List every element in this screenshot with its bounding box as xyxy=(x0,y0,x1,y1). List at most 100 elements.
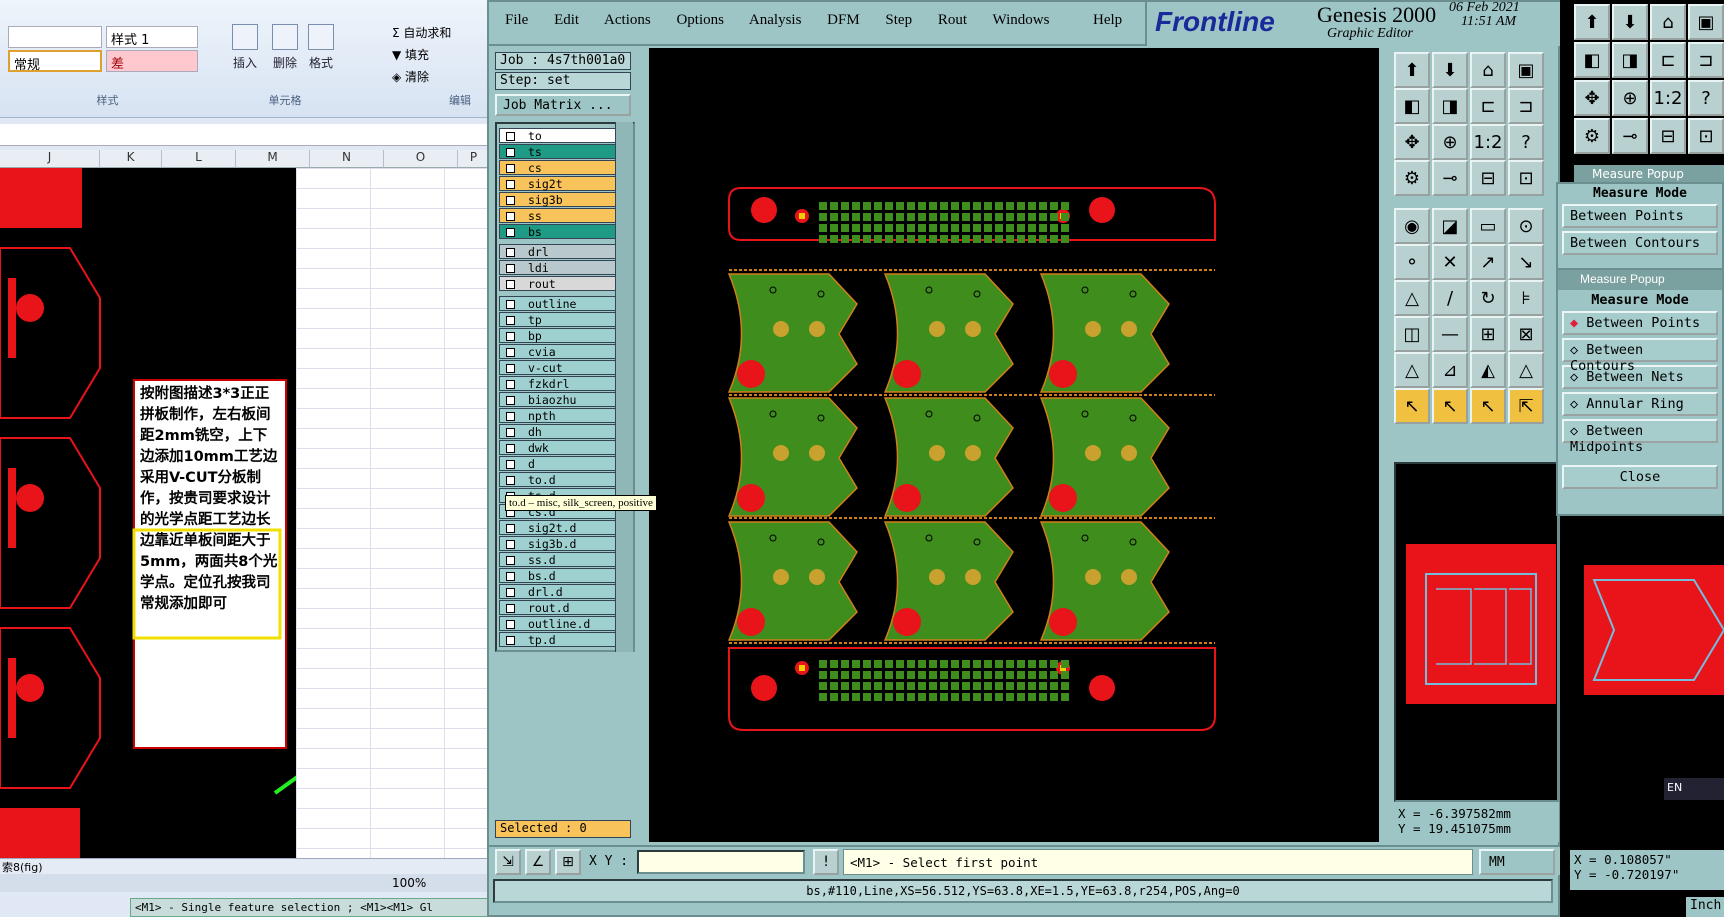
layer-checkbox[interactable] xyxy=(506,540,515,549)
tool-icon-10[interactable]: 1:2 xyxy=(1470,124,1506,160)
tool-icon-3[interactable]: ▣ xyxy=(1508,52,1544,88)
style-cell-blank[interactable] xyxy=(8,26,102,48)
tool2-icon-7[interactable]: ⊐ xyxy=(1688,42,1724,78)
tool-icon-31[interactable]: ⊠ xyxy=(1508,316,1544,352)
graphic-area[interactable] xyxy=(649,48,1379,842)
menu-options[interactable]: Options xyxy=(676,12,724,28)
layer-checkbox[interactable] xyxy=(506,380,515,389)
tool-icon-13[interactable]: ⊸ xyxy=(1432,160,1468,196)
back-between-points[interactable]: Between Points xyxy=(1562,204,1718,228)
layer-checkbox[interactable] xyxy=(506,588,515,597)
insert-button[interactable]: 插入 xyxy=(226,24,264,71)
angle-icon[interactable]: ∠ xyxy=(525,849,551,875)
layer-row-npth[interactable]: npth xyxy=(499,408,617,423)
tool-icon-30[interactable]: ⊞ xyxy=(1470,316,1506,352)
layer-checkbox[interactable] xyxy=(506,264,515,273)
tool-icon-34[interactable]: ◭ xyxy=(1470,352,1506,388)
back-between-contours[interactable]: Between Contours xyxy=(1562,231,1718,255)
sheet-tab[interactable]: 索8(fig) xyxy=(2,861,43,874)
alert-icon[interactable]: ! xyxy=(813,849,839,875)
menu-file[interactable]: File xyxy=(505,12,528,28)
layer-checkbox[interactable] xyxy=(506,196,515,205)
col-m[interactable]: M xyxy=(236,150,310,168)
layer-checkbox[interactable] xyxy=(506,428,515,437)
pcb-panel-drawing[interactable] xyxy=(649,48,1379,842)
layer-row-sig3b.d[interactable]: sig3b.d xyxy=(499,536,617,551)
col-j[interactable]: J xyxy=(0,150,100,168)
layer-row-ss[interactable]: ss xyxy=(499,208,617,223)
tool-icon-20[interactable]: ⚬ xyxy=(1394,244,1430,280)
col-o[interactable]: O xyxy=(384,150,458,168)
layer-checkbox[interactable] xyxy=(506,132,515,141)
tool2-icon-8[interactable]: ✥ xyxy=(1574,80,1610,116)
tool2-icon-5[interactable]: ◨ xyxy=(1612,42,1648,78)
menu-edit[interactable]: Edit xyxy=(554,12,579,28)
snap-icon[interactable]: ⇲ xyxy=(495,849,521,875)
layer-row-bs.d[interactable]: bs.d xyxy=(499,568,617,583)
annular-ring-option[interactable]: ◇ Annular Ring xyxy=(1562,392,1718,416)
style-normal[interactable]: 常规 xyxy=(8,50,102,73)
layer-checkbox[interactable] xyxy=(506,412,515,421)
tool-icon-8[interactable]: ✥ xyxy=(1394,124,1430,160)
layer-row-sig2t[interactable]: sig2t xyxy=(499,176,617,191)
layer-checkbox[interactable] xyxy=(506,620,515,629)
tool2-icon-15[interactable]: ⊡ xyxy=(1688,118,1724,154)
xy-input[interactable] xyxy=(637,850,805,874)
tool2-icon-6[interactable]: ⊏ xyxy=(1650,42,1686,78)
layer-checkbox[interactable] xyxy=(506,300,515,309)
layer-row-tp[interactable]: tp xyxy=(499,312,617,327)
autosum-button[interactable]: Σ 自动求和 xyxy=(392,24,451,41)
layer-checkbox[interactable] xyxy=(506,556,515,565)
layer-checkbox[interactable] xyxy=(506,280,515,289)
layer-row-outline.d[interactable]: outline.d xyxy=(499,616,617,631)
fill-button[interactable]: ▼ 填充 xyxy=(392,46,429,63)
layer-row-bp[interactable]: bp xyxy=(499,328,617,343)
tool-icon-26[interactable]: ↻ xyxy=(1470,280,1506,316)
tool-icon-9[interactable]: ⊕ xyxy=(1432,124,1468,160)
tool-icon-15[interactable]: ⊡ xyxy=(1508,160,1544,196)
layer-row-to.d[interactable]: to.d xyxy=(499,472,617,487)
zoom-level[interactable]: 100% xyxy=(392,876,426,890)
layer-row-rout[interactable]: rout xyxy=(499,276,617,291)
layer-row-dh[interactable]: dh xyxy=(499,424,617,439)
overview-pane[interactable] xyxy=(1394,462,1559,802)
tool2-icon-13[interactable]: ⊸ xyxy=(1612,118,1648,154)
tool-icon-6[interactable]: ⊏ xyxy=(1470,88,1506,124)
col-l[interactable]: L xyxy=(162,150,236,168)
tool-icon-36[interactable]: ↖ xyxy=(1394,388,1430,424)
tool-icon-24[interactable]: △ xyxy=(1394,280,1430,316)
layer-row-ldi[interactable]: ldi xyxy=(499,260,617,275)
tool-icon-2[interactable]: ⌂ xyxy=(1470,52,1506,88)
style-bad[interactable]: 差 xyxy=(106,50,198,72)
tool-icon-37[interactable]: ↖ xyxy=(1432,388,1468,424)
layer-row-cvia[interactable]: cvia xyxy=(499,344,617,359)
layer-row-cs[interactable]: cs xyxy=(499,160,617,175)
layer-checkbox[interactable] xyxy=(506,316,515,325)
layer-checkbox[interactable] xyxy=(506,148,515,157)
layer-checkbox[interactable] xyxy=(506,212,515,221)
layer-checkbox[interactable] xyxy=(506,332,515,341)
clear-button[interactable]: ◈ 清除 xyxy=(392,68,429,85)
tool2-icon-1[interactable]: ⬇ xyxy=(1612,4,1648,40)
layer-row-biaozhu[interactable]: biaozhu xyxy=(499,392,617,407)
sheet-tab-bar[interactable]: 索8(fig) xyxy=(0,858,490,874)
tool2-icon-2[interactable]: ⌂ xyxy=(1650,4,1686,40)
layer-checkbox[interactable] xyxy=(506,180,515,189)
menu-actions[interactable]: Actions xyxy=(604,12,651,28)
col-n[interactable]: N xyxy=(310,150,384,168)
tool-icon-17[interactable]: ◪ xyxy=(1432,208,1468,244)
layer-checkbox[interactable] xyxy=(506,248,515,257)
tool-icon-16[interactable]: ◉ xyxy=(1394,208,1430,244)
menu-step[interactable]: Step xyxy=(885,12,912,28)
tool-icon-18[interactable]: ▭ xyxy=(1470,208,1506,244)
tool2-icon-14[interactable]: ⊟ xyxy=(1650,118,1686,154)
tool-icon-32[interactable]: △ xyxy=(1394,352,1430,388)
tool-icon-35[interactable]: △ xyxy=(1508,352,1544,388)
tool-icon-0[interactable]: ⬆ xyxy=(1394,52,1430,88)
tool2-icon-10[interactable]: 1:2 xyxy=(1650,80,1686,116)
units-inch[interactable]: Inch xyxy=(1686,897,1724,917)
layer-checkbox[interactable] xyxy=(506,164,515,173)
tool-icon-39[interactable]: ⇱ xyxy=(1508,388,1544,424)
tool2-icon-4[interactable]: ◧ xyxy=(1574,42,1610,78)
job-matrix-button[interactable]: Job Matrix ... xyxy=(495,94,631,116)
